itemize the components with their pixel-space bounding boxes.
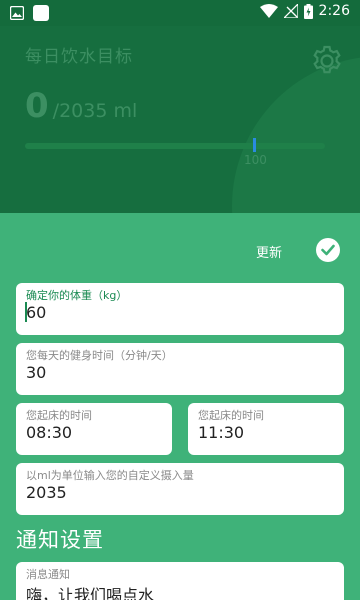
custom-intake-field[interactable]: 以ml为单位输入您的自定义摄入量 2035 xyxy=(16,463,344,515)
progress-track xyxy=(25,143,325,149)
signal-off-icon xyxy=(283,4,298,18)
progress-marker-label: 100 xyxy=(244,153,267,167)
exercise-time-field[interactable]: 您每天的健身时间（分钟/天） 30 xyxy=(16,343,344,395)
header-decoration xyxy=(232,56,360,213)
gear-icon[interactable] xyxy=(310,44,344,78)
check-icon xyxy=(321,244,335,256)
confirm-button[interactable] xyxy=(316,238,340,262)
weight-label: 确定你的体重（kg） xyxy=(26,289,128,302)
exercise-time-label: 您每天的健身时间（分钟/天） xyxy=(26,349,173,362)
wifi-icon xyxy=(259,4,278,18)
custom-intake-label: 以ml为单位输入您的自定义摄入量 xyxy=(26,469,194,482)
intake-amount: 0 /2035 ml xyxy=(25,86,137,126)
battery-charging-icon xyxy=(303,3,313,19)
goal-intake: /2035 ml xyxy=(52,100,138,122)
notification-section-title: 通知设置 xyxy=(16,528,104,552)
notification-message-field[interactable]: 消息通知 嗨，让我们喝点水 xyxy=(16,562,344,600)
sleep-time-label: 您起床的时间 xyxy=(198,409,264,422)
image-icon xyxy=(10,6,24,20)
status-bar: 2:26 xyxy=(0,0,360,26)
weight-field[interactable]: 确定你的体重（kg） 60 xyxy=(16,283,344,335)
current-intake: 0 xyxy=(25,86,49,126)
status-time: 2:26 xyxy=(318,3,350,19)
goal-title: 每日饮水目标 xyxy=(25,47,133,67)
wake-time-value[interactable]: 08:30 xyxy=(26,423,72,442)
status-left xyxy=(10,5,49,21)
square-icon xyxy=(33,5,49,21)
exercise-time-value[interactable]: 30 xyxy=(26,363,46,382)
wake-time-field[interactable]: 您起床的时间 08:30 xyxy=(16,403,172,455)
custom-intake-value[interactable]: 2035 xyxy=(26,483,67,502)
wake-time-label: 您起床的时间 xyxy=(26,409,92,422)
update-label[interactable]: 更新 xyxy=(256,242,282,261)
notification-message-value[interactable]: 嗨，让我们喝点水 xyxy=(26,582,154,600)
sleep-time-value[interactable]: 11:30 xyxy=(198,423,244,442)
status-right: 2:26 xyxy=(259,3,350,19)
goal-header: 每日饮水目标 0 /2035 ml 100 xyxy=(0,26,360,213)
progress-marker xyxy=(253,138,256,152)
notification-message-label: 消息通知 xyxy=(26,568,70,581)
weight-value[interactable]: 60 xyxy=(26,303,46,322)
sleep-time-field[interactable]: 您起床的时间 11:30 xyxy=(188,403,344,455)
